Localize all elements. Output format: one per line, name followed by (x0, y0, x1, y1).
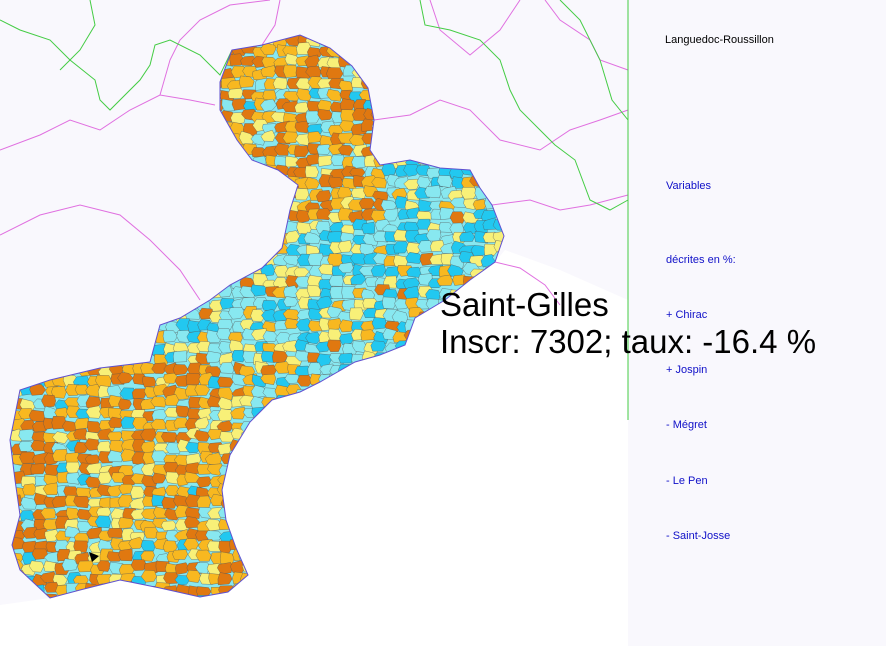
commune-tile[interactable] (382, 296, 397, 310)
commune-tile[interactable] (328, 176, 343, 189)
commune-tile[interactable] (106, 385, 122, 398)
commune-tile[interactable] (295, 188, 310, 201)
tooltip-commune-detail: Inscr: 7302; taux: -16.4 % (440, 323, 817, 360)
legend-heading: Variables (666, 180, 712, 192)
commune-tile[interactable] (307, 284, 321, 297)
commune-tile[interactable] (118, 517, 134, 529)
commune-tile[interactable] (30, 463, 46, 475)
commune-tile[interactable] (327, 328, 342, 342)
commune-tile[interactable] (142, 376, 156, 388)
commune-tile[interactable] (217, 387, 233, 401)
legend-item-jospin[interactable]: + Jospin (666, 364, 707, 376)
legend-subheading: décrites en %: (666, 254, 736, 266)
commune-tile[interactable] (130, 559, 147, 571)
commune-tile[interactable] (424, 185, 442, 199)
legend-item-chirac[interactable]: + Chirac (666, 309, 707, 321)
commune-tile[interactable] (74, 417, 90, 430)
commune-tile[interactable] (118, 548, 133, 562)
commune-tile[interactable] (307, 362, 322, 375)
commune-tile[interactable] (107, 528, 123, 538)
commune-tile[interactable] (261, 300, 278, 312)
commune-tile[interactable] (18, 429, 35, 441)
commune-tile[interactable] (28, 409, 46, 422)
commune-tile[interactable] (349, 168, 366, 178)
commune-tile[interactable] (381, 163, 396, 177)
commune-tile[interactable] (361, 221, 375, 235)
commune-tile[interactable] (65, 461, 80, 474)
commune-tile[interactable] (160, 520, 177, 532)
commune-tile[interactable] (370, 340, 386, 352)
commune-tile[interactable] (283, 64, 298, 78)
commune-tile[interactable] (296, 221, 313, 234)
commune-tile[interactable] (41, 394, 56, 408)
tooltip-commune-name: Saint-Gilles (440, 286, 609, 323)
region-title: Languedoc-Roussillon (665, 34, 774, 46)
commune-tile[interactable] (217, 376, 234, 388)
commune-tile[interactable] (172, 549, 188, 560)
commune-tile[interactable] (205, 530, 223, 541)
commune-tile[interactable] (272, 77, 288, 90)
legend-item-saint-josse[interactable]: - Saint-Josse (666, 530, 730, 542)
commune-tile[interactable] (305, 165, 319, 178)
commune-tile[interactable] (227, 88, 245, 99)
commune-tile[interactable] (330, 154, 345, 166)
commune-tile[interactable] (196, 495, 212, 508)
commune-tile[interactable] (219, 362, 235, 374)
commune-tile[interactable] (349, 307, 364, 321)
commune-tile[interactable] (338, 352, 353, 364)
commune-tile[interactable] (351, 156, 367, 169)
commune-tile[interactable] (359, 243, 375, 255)
commune-tile[interactable] (97, 471, 112, 485)
commune-tile[interactable] (317, 155, 333, 167)
commune-tile[interactable] (283, 296, 299, 307)
legend-item-megret[interactable]: - Mégret (666, 419, 707, 431)
legend-item-le-pen[interactable]: - Le Pen (666, 475, 708, 487)
commune-tile[interactable] (282, 131, 299, 144)
commune-tile[interactable] (160, 432, 178, 443)
commune-tile[interactable] (328, 275, 344, 287)
commune-tile[interactable] (151, 472, 166, 484)
commune-tile[interactable] (173, 350, 188, 363)
commune-tile[interactable] (140, 540, 156, 552)
commune-tile[interactable] (371, 317, 387, 330)
